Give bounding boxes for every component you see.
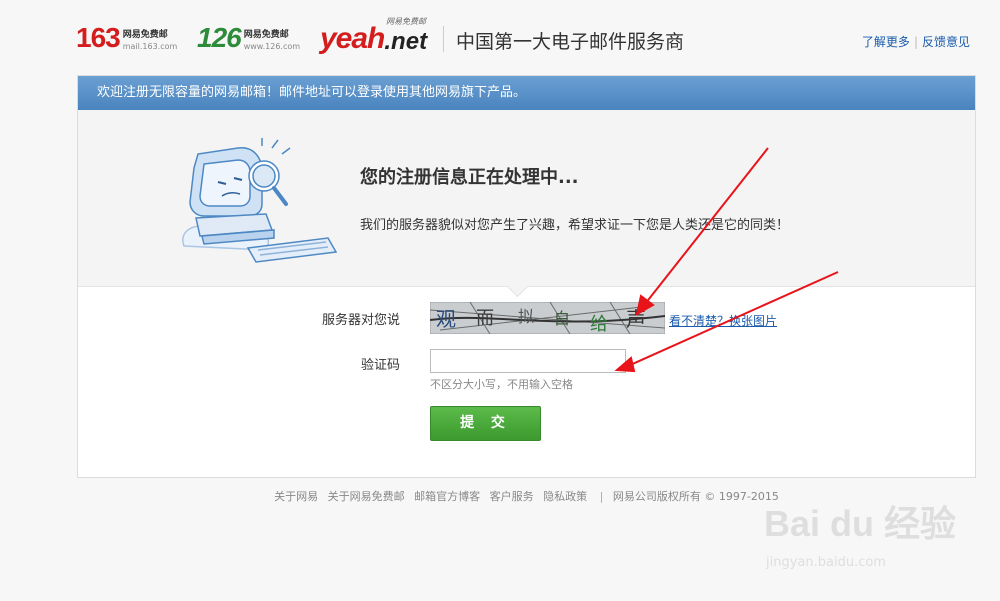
footer-link-privacy[interactable]: 隐私政策 (543, 490, 587, 503)
header: 163 网易免费邮 mail.163.com 126 网易免费邮 www.126… (0, 0, 1000, 75)
code-hint: 不区分大小写，不用输入空格 (430, 378, 573, 391)
captcha-image[interactable]: 观 而 拟 白 给 声 (430, 302, 665, 334)
captcha-char-3: 拟 (518, 307, 534, 326)
top-links: 了解更多 | 反馈意见 (862, 33, 970, 50)
processing-title: 您的注册信息正在处理中... (360, 167, 579, 188)
learn-more-link[interactable]: 了解更多 (862, 35, 910, 49)
watermark-brand: Bai du 经验 (764, 503, 957, 544)
logo-yeah[interactable]: yeah .net 网易免费邮 (320, 17, 428, 56)
logo-yeah-net: .net (384, 28, 428, 55)
header-divider (443, 26, 444, 52)
logo-126-cn: 网易免费邮 (243, 30, 289, 40)
logo-163-text: 网易免费邮 mail.163.com (123, 30, 178, 52)
code-label: 验证码 (360, 358, 400, 373)
computer-robot-illustration (182, 138, 338, 263)
captcha-char-1: 观 (436, 307, 456, 331)
footer-link-service[interactable]: 客户服务 (490, 490, 534, 503)
logo-126-url: www.126.com (243, 42, 301, 51)
logo-126-text: 网易免费邮 www.126.com (244, 30, 300, 52)
logo-126-number: 126 (197, 22, 242, 53)
captcha-char-6: 声 (626, 307, 646, 331)
footer-link-blog[interactable]: 邮箱官方博客 (414, 490, 480, 503)
top-links-separator: | (913, 35, 918, 49)
captcha-char-5: 给 (590, 314, 608, 334)
slogan: 中国第一大电子邮件服务商 (456, 31, 685, 53)
logo-163-number: 163 (76, 22, 121, 53)
logo-yeah-word: yeah (320, 22, 385, 55)
logo-163-cn: 网易免费邮 (122, 30, 168, 40)
logo-163-url: mail.163.com (122, 42, 178, 51)
logo-163[interactable]: 163 网易免费邮 mail.163.com (76, 24, 177, 52)
copyright: 网易公司版权所有 © 1997-2015 (612, 490, 779, 503)
refresh-captcha-link[interactable]: 看不清楚？换张图片 (669, 312, 777, 329)
captcha-char-2: 而 (476, 308, 494, 329)
footer-separator: | (599, 490, 604, 503)
footer-link-about-mail[interactable]: 关于网易免费邮 (328, 490, 405, 503)
footer-link-about-netease[interactable]: 关于网易 (274, 490, 318, 503)
feedback-link[interactable]: 反馈意见 (922, 35, 970, 49)
captcha-char-4: 白 (554, 309, 570, 328)
baidu-watermark: Bai du 经验 jingyan.baidu.com (764, 495, 957, 570)
submit-button[interactable]: 提 交 (430, 406, 541, 441)
verification-code-input[interactable] (430, 349, 626, 373)
processing-description: 我们的服务器貌似对您产生了兴趣，希望求证一下您是人类还是它的同类！ (360, 218, 790, 233)
watermark-url: jingyan.baidu.com (766, 555, 886, 570)
welcome-banner: 欢迎注册无限容量的网易邮箱！邮件地址可以登录使用其他网易旗下产品。 (78, 76, 975, 110)
logo-126[interactable]: 126 网易免费邮 www.126.com (197, 24, 300, 52)
logo-yeah-tagline: 网易免费邮 (386, 17, 426, 26)
processing-panel: 您的注册信息正在处理中... 我们的服务器貌似对您产生了兴趣，希望求证一下您是人… (78, 110, 975, 287)
captcha-label: 服务器对您说 (321, 313, 400, 328)
registration-card: 欢迎注册无限容量的网易邮箱！邮件地址可以登录使用其他网易旗下产品。 您的注册信息… (77, 75, 976, 478)
